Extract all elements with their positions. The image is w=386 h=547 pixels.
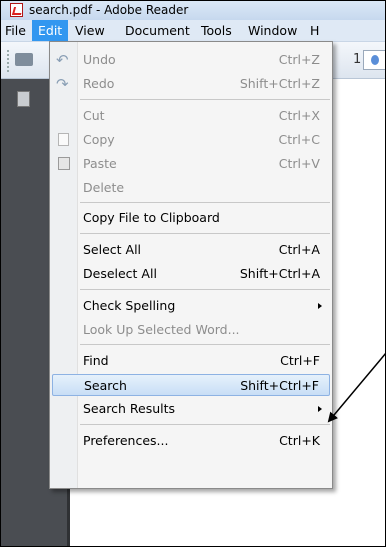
adobe-reader-window: search.pdf - Adobe Reader File Edit View… bbox=[0, 0, 386, 547]
annotation-arrow bbox=[327, 353, 385, 423]
